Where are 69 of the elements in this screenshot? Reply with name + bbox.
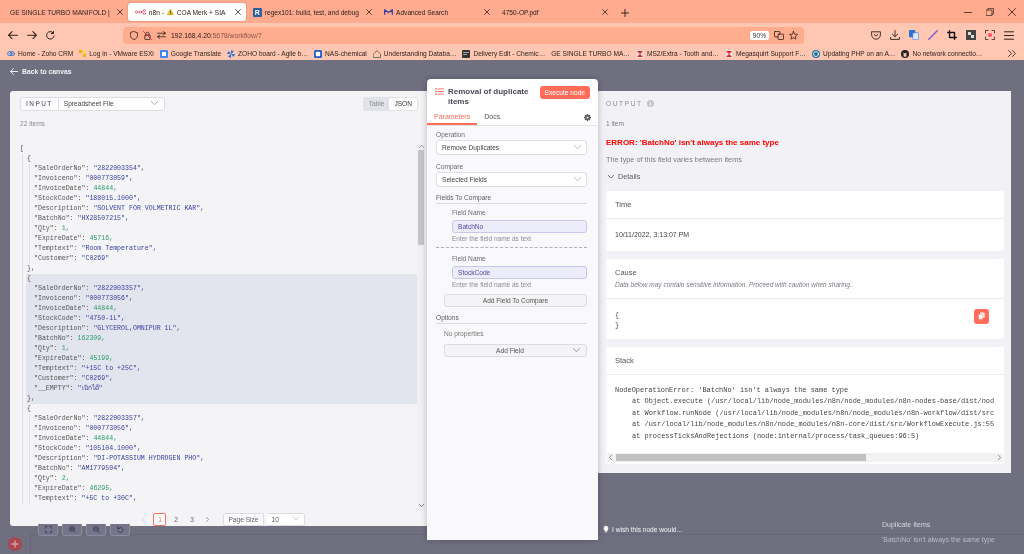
arrow-left-icon	[10, 67, 18, 75]
insecure-lock-icon[interactable]	[143, 30, 152, 40]
scrollbar-thumb[interactable]	[418, 149, 424, 245]
close-icon[interactable]	[1008, 8, 1016, 16]
zoom-in-icon	[68, 526, 76, 533]
tiles-icon[interactable]	[909, 30, 919, 40]
close-icon[interactable]	[234, 9, 241, 15]
chevron-down-icon	[292, 517, 299, 521]
crop-icon[interactable]	[947, 30, 957, 40]
download-icon[interactable]	[890, 30, 900, 40]
checker-icon[interactable]	[966, 30, 976, 40]
chevron-down-icon[interactable]	[418, 503, 424, 507]
close-icon[interactable]	[366, 9, 372, 15]
forward-arrow-icon[interactable]	[27, 30, 37, 40]
lightbulb-icon	[603, 525, 609, 533]
zoom-out-button[interactable]	[86, 524, 106, 536]
shield-chevron-icon[interactable]	[871, 30, 881, 40]
restore-icon[interactable]	[986, 8, 994, 16]
vertical-scrollbar[interactable]	[417, 143, 425, 511]
rings-icon	[7, 50, 15, 57]
terminal-icon	[462, 49, 471, 58]
translate-icon[interactable]	[774, 30, 784, 40]
list-icon	[435, 87, 444, 95]
close-icon[interactable]	[484, 9, 490, 15]
house-icon	[372, 49, 381, 58]
zoom-out-icon	[92, 526, 100, 533]
chevron-down-icon	[150, 101, 158, 106]
undo-icon	[116, 526, 124, 533]
minimize-icon[interactable]	[964, 11, 972, 13]
screen-icon	[314, 49, 323, 58]
reload-icon[interactable]	[46, 30, 55, 40]
nodes-logo-icon	[134, 8, 146, 16]
screenshot-icon[interactable]	[985, 30, 995, 40]
chevrons-right-icon[interactable]	[1008, 50, 1016, 57]
info-icon	[646, 100, 654, 107]
reset-zoom-button[interactable]	[110, 524, 130, 536]
menu-icon[interactable]	[1004, 30, 1014, 40]
back-arrow-icon[interactable]	[8, 30, 18, 40]
chevron-right-icon[interactable]	[998, 455, 1001, 460]
circle-logo-icon	[811, 49, 820, 58]
pen-icon[interactable]	[928, 30, 938, 40]
zoom-in-button[interactable]	[62, 524, 82, 536]
scrollbar-thumb[interactable]	[616, 454, 866, 461]
expand-icon	[44, 526, 52, 533]
error-title: ERROR: 'BatchNo' isn't always the same type	[606, 137, 780, 148]
chevron-right-icon	[206, 516, 210, 522]
arrows-icon[interactable]	[157, 31, 166, 39]
horizontal-scrollbar[interactable]	[607, 453, 1003, 462]
hourglass-icon	[635, 49, 644, 58]
shield-icon[interactable]	[130, 30, 138, 40]
hourglass-icon	[724, 49, 733, 58]
fit-view-button[interactable]	[38, 524, 58, 536]
star-icon[interactable]	[789, 30, 798, 40]
node-title: Removal of duplicate items	[448, 86, 530, 107]
close-icon[interactable]	[602, 9, 608, 15]
logo-icon	[8, 537, 22, 551]
chevron-left-icon[interactable]	[609, 455, 612, 460]
zigzag-logo-icon	[384, 9, 393, 15]
pinwheel-icon	[227, 49, 236, 58]
squares-icon	[79, 50, 87, 57]
copy-icon	[978, 312, 985, 320]
chevron-down-icon	[573, 347, 580, 353]
new-tab-plus-icon[interactable]	[621, 9, 629, 17]
close-icon[interactable]	[116, 9, 123, 15]
chevron-down-icon	[574, 144, 581, 150]
chevron-down-icon	[574, 176, 581, 182]
tile-icon	[159, 49, 168, 58]
copy-button[interactable]	[974, 308, 989, 324]
settings-icon[interactable]	[584, 113, 591, 121]
